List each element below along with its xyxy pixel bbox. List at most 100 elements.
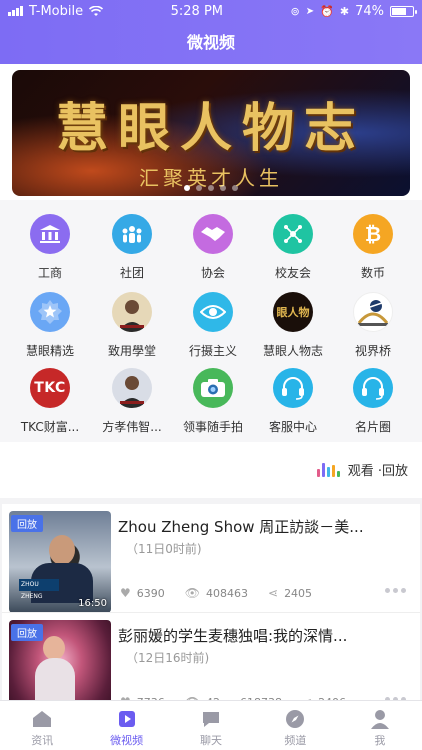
tab-play[interactable]: 微视频 bbox=[84, 701, 168, 750]
grid-item[interactable]: 慧眼精选 bbox=[8, 292, 92, 359]
banner-carousel[interactable]: 慧眼人物志 汇聚英才人生 bbox=[12, 70, 410, 196]
carousel-dot[interactable] bbox=[232, 185, 238, 191]
network-icon bbox=[273, 214, 313, 254]
carousel-dot[interactable] bbox=[208, 185, 214, 191]
bluetooth-icon: ✱ bbox=[339, 4, 350, 18]
grid-item-label: 社团 bbox=[119, 266, 144, 280]
tab-person[interactable]: 我 bbox=[338, 701, 422, 750]
portrait-icon bbox=[112, 368, 152, 408]
grid-item[interactable]: ₿ 数币 bbox=[331, 214, 415, 281]
grid-item-label: 客服中心 bbox=[268, 420, 317, 434]
person-figure bbox=[49, 535, 75, 565]
grid-item-label: 名片圈 bbox=[354, 420, 391, 434]
tab-label: 频道 bbox=[284, 734, 307, 747]
grid-item-label: 工商 bbox=[37, 266, 62, 280]
alarm-icon: ⏰ bbox=[320, 4, 334, 18]
grid-item-label: 行摄主义 bbox=[188, 344, 237, 358]
header: T-Mobile 5:28 PM ⊚ ➤ ⏰ ✱ 74% 微视频 bbox=[0, 0, 422, 64]
home-icon bbox=[31, 709, 53, 729]
video-card[interactable]: ZHOU ZHENG 回放 16:50 Zhou Zheng Show 周正訪談… bbox=[2, 504, 420, 613]
grid-item[interactable]: TKC TKC财富... bbox=[8, 368, 92, 435]
headset-icon bbox=[353, 368, 393, 408]
grid-item[interactable]: 致用學堂 bbox=[90, 292, 174, 359]
video-stats: ♥ 6390 👁 408463 ⋖ 2405 bbox=[120, 586, 312, 600]
watch-replay-label: 观看 ·回放 bbox=[347, 464, 408, 479]
share-icon[interactable]: ⋖ bbox=[268, 586, 278, 600]
status-bar: T-Mobile 5:28 PM ⊚ ➤ ⏰ ✱ 74% bbox=[0, 0, 422, 22]
grid-item[interactable]: 工商 bbox=[8, 214, 92, 281]
group-icon bbox=[112, 214, 152, 254]
watch-replay-bar: 观看 ·回放 bbox=[0, 442, 422, 498]
tab-compass[interactable]: 频道 bbox=[253, 701, 337, 750]
headset-icon bbox=[273, 368, 313, 408]
category-grid: 工商 社团 协会 校友会 ₿ 数币慧眼精选 致用學堂 行摄主义 眼人物 慧眼人物志视界桥 TKC TK… bbox=[0, 200, 422, 442]
tab-label: 资讯 bbox=[31, 734, 54, 747]
replay-tag: 回放 bbox=[11, 515, 43, 532]
video-title[interactable]: Zhou Zheng Show 周正訪談－美... bbox=[118, 516, 408, 537]
clock: 5:28 PM bbox=[170, 3, 224, 19]
bitcoin-icon: ₿ bbox=[353, 214, 393, 254]
grid-item-label: 慧眼精选 bbox=[25, 344, 74, 358]
compass-icon bbox=[284, 709, 306, 729]
eye-icon bbox=[193, 292, 233, 332]
grid-item-label: 方孝伟智... bbox=[102, 420, 162, 434]
battery-percent: 74% bbox=[355, 3, 384, 19]
grid-item-label: 数币 bbox=[360, 266, 385, 280]
play-icon bbox=[116, 709, 138, 729]
grid-item[interactable]: 社团 bbox=[90, 214, 174, 281]
carousel-dot[interactable] bbox=[184, 185, 190, 191]
grid-item[interactable]: 协会 bbox=[171, 214, 255, 281]
carrier: T-Mobile bbox=[29, 3, 84, 19]
tab-bar: 资讯 微视频 聊天 频道 我 bbox=[0, 700, 422, 750]
tab-home[interactable]: 资讯 bbox=[0, 701, 84, 750]
watch-replay-link[interactable]: 观看 ·回放 bbox=[316, 460, 408, 479]
battery-icon bbox=[389, 5, 417, 17]
equalizer-icon bbox=[316, 462, 340, 477]
video-thumbnail[interactable]: 回放 bbox=[9, 620, 111, 700]
video-time: （12日16时前) bbox=[126, 651, 210, 665]
dress-figure bbox=[35, 658, 75, 700]
location-icon: ➤ bbox=[305, 5, 315, 17]
heart-icon[interactable]: ♥ bbox=[120, 586, 131, 600]
handshake-icon bbox=[193, 214, 233, 254]
video-duration: 16:50 bbox=[78, 598, 107, 609]
video-time: （11日0时前) bbox=[126, 542, 202, 556]
grid-item[interactable]: 视界桥 bbox=[331, 292, 415, 359]
video-thumbnail[interactable]: ZHOU ZHENG 回放 16:50 bbox=[9, 511, 111, 613]
grid-item-label: TKC财富... bbox=[20, 420, 80, 434]
grid-item-label: 协会 bbox=[200, 266, 225, 280]
grid-item[interactable]: 行摄主义 bbox=[171, 292, 255, 359]
carousel-dot[interactable] bbox=[220, 185, 226, 191]
grid-item-label: 视界桥 bbox=[354, 344, 391, 358]
tab-chat[interactable]: 聊天 bbox=[169, 701, 253, 750]
lock-rotation-icon: ⊚ bbox=[290, 4, 300, 18]
share-count: 2405 bbox=[284, 586, 313, 600]
grid-item-label: 慧眼人物志 bbox=[262, 344, 323, 358]
view-count: 408463 bbox=[206, 586, 248, 600]
carousel-dots[interactable] bbox=[12, 185, 410, 191]
replay-tag: 回放 bbox=[11, 624, 43, 641]
carousel-dot[interactable] bbox=[196, 185, 202, 191]
video-card[interactable]: 回放 彭丽媛的学生麦穗独唱:我的深情... （12日16时前) ♥7736 👁4… bbox=[2, 612, 420, 700]
grid-item-label: 校友会 bbox=[274, 266, 311, 280]
grid-item[interactable]: 校友会 bbox=[251, 214, 335, 281]
grid-item[interactable]: 方孝伟智... bbox=[90, 368, 174, 435]
grid-item[interactable]: 眼人物 慧眼人物志 bbox=[251, 292, 335, 359]
signal-icon bbox=[8, 6, 23, 16]
wifi-icon bbox=[89, 5, 104, 16]
eye-icon: 👁 bbox=[184, 586, 200, 600]
person-icon bbox=[369, 709, 391, 729]
grid-item[interactable]: 名片圈 bbox=[331, 368, 415, 435]
grid-item[interactable]: 领事随手拍 bbox=[171, 368, 255, 435]
video-title[interactable]: 彭丽媛的学生麦穗独唱:我的深情... bbox=[118, 625, 408, 646]
grid-item[interactable]: 客服中心 bbox=[251, 368, 335, 435]
star-badge-icon bbox=[30, 292, 70, 332]
page-title: 微视频 bbox=[186, 33, 235, 52]
tab-label: 我 bbox=[374, 734, 386, 747]
more-options-icon[interactable] bbox=[385, 588, 406, 593]
like-count: 6390 bbox=[136, 586, 165, 600]
bank-icon bbox=[30, 214, 70, 254]
banner-section: 慧眼人物志 汇聚英才人生 bbox=[0, 64, 422, 200]
tab-label: 聊天 bbox=[200, 734, 223, 747]
bridge-icon bbox=[353, 292, 393, 332]
